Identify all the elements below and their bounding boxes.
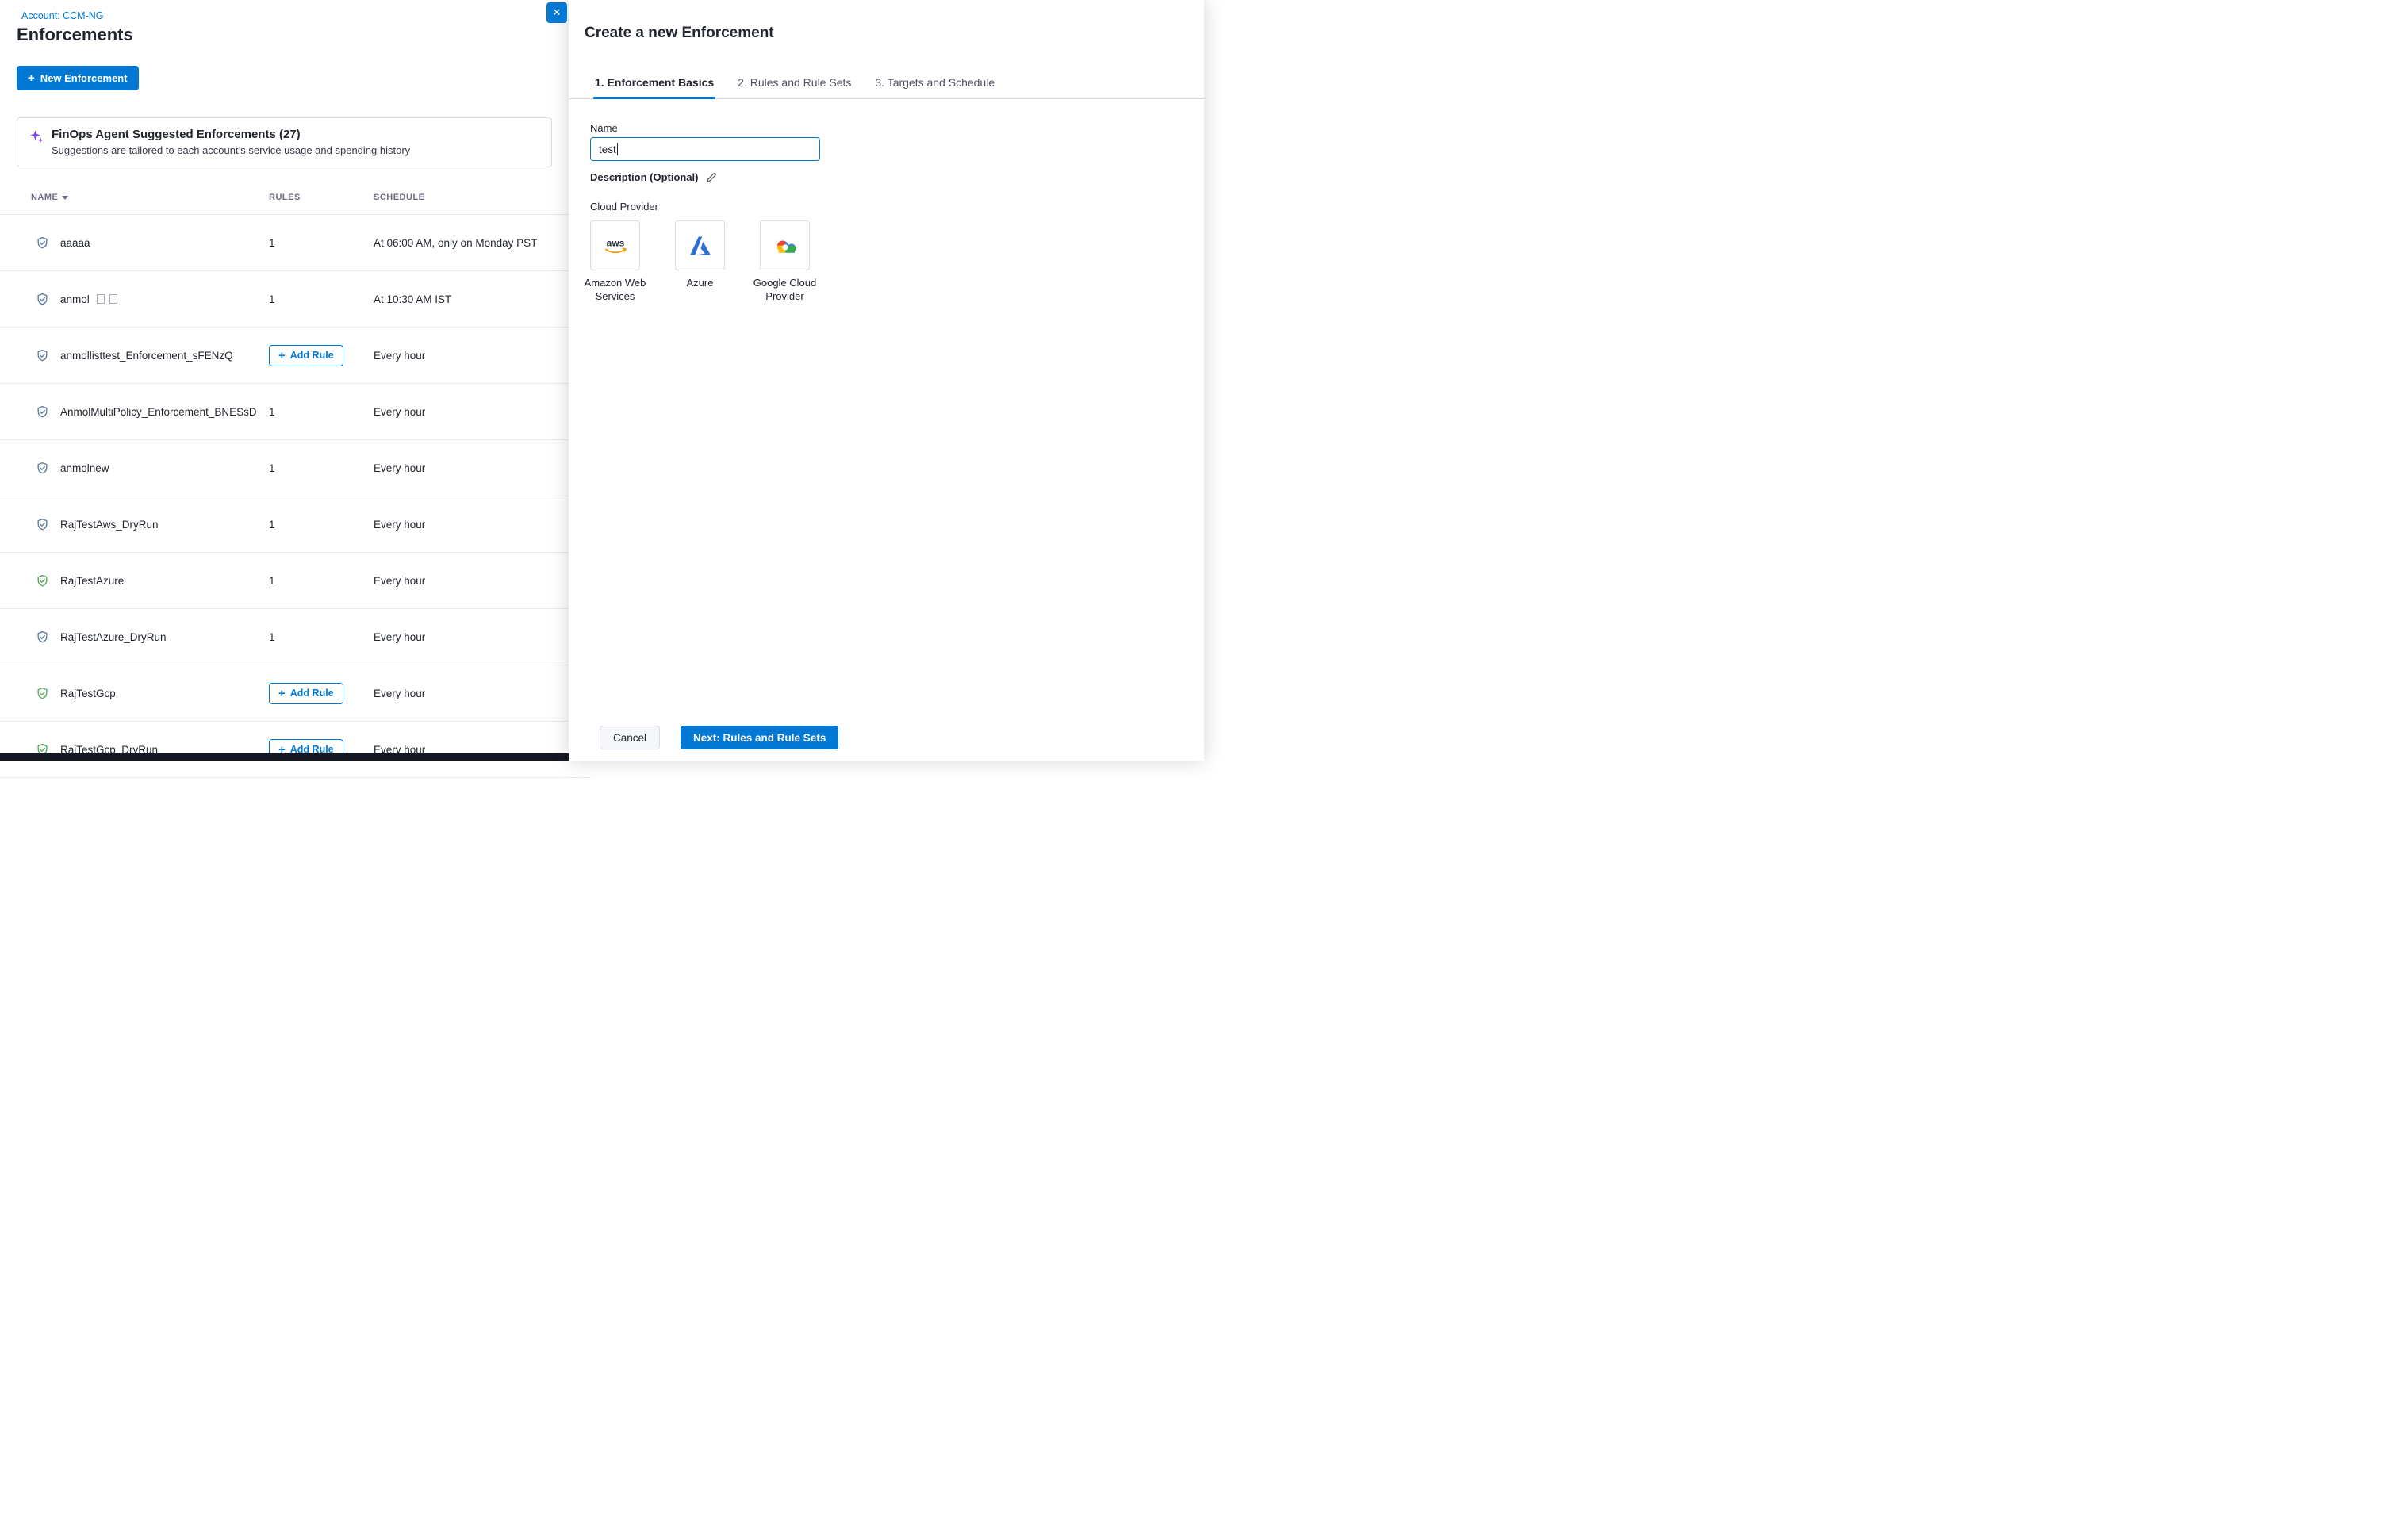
shield-check-icon	[36, 630, 60, 644]
enforcement-name: AnmolMultiPolicy_Enforcement_BNESsD	[60, 406, 257, 418]
rules-count: 1	[269, 575, 275, 587]
enforcement-name: RajTestAzure_DryRun	[60, 631, 167, 643]
add-rule-button[interactable]: + Add Rule	[269, 345, 343, 366]
breadcrumb-account[interactable]: Account: CCM-NG	[21, 10, 104, 21]
enforcement-basics-form: Name test Description (Optional) Cloud P…	[569, 122, 1204, 303]
schedule-text: Every hour	[374, 462, 591, 474]
edit-pencil-icon[interactable]	[706, 172, 717, 183]
rules-count: 1	[269, 406, 275, 418]
new-enforcement-button[interactable]: + New Enforcement	[17, 66, 139, 90]
ai-sparkle-icon	[29, 128, 44, 147]
placeholder-glyph-icons	[97, 294, 117, 304]
shield-check-icon	[36, 236, 60, 250]
plus-icon: +	[278, 350, 286, 362]
name-input-value: test	[599, 144, 616, 155]
table-row[interactable]: RajTestGcp + Add Rule Every hour	[0, 665, 591, 722]
azure-icon	[688, 236, 712, 256]
gcp-icon	[771, 235, 799, 256]
column-header-schedule: Schedule	[374, 193, 591, 202]
schedule-text: Every hour	[374, 519, 591, 531]
table-row[interactable]: aaaaa 1 At 06:00 AM, only on Monday PST	[0, 215, 591, 271]
aws-icon: aws	[601, 236, 630, 255]
table-row[interactable]: anmollisttest_Enforcement_sFENzQ + Add R…	[0, 328, 591, 384]
shield-check-icon	[36, 687, 60, 700]
cloud-provider-card[interactable]: aws Amazon Web Services	[590, 220, 640, 303]
enforcement-name: aaaaa	[60, 237, 90, 249]
cloud-provider-label: Cloud Provider	[590, 201, 1204, 213]
column-header-rules: Rules	[269, 193, 374, 202]
enforcements-table: Name Rules Schedule	[0, 193, 591, 778]
create-enforcement-drawer: Create a new Enforcement 1. Enforcement …	[569, 0, 1204, 760]
cloud-provider-name: Amazon Web Services	[576, 277, 655, 303]
table-row[interactable]: RajTestGcp_DryRun + Add Rule Every hour	[0, 722, 591, 778]
plus-icon: +	[28, 72, 35, 84]
shield-check-icon	[36, 405, 60, 419]
drawer-footer: Cancel Next: Rules and Rule Sets	[569, 726, 838, 749]
table-body: aaaaa 1 At 06:00 AM, only on Monday PST	[0, 215, 591, 778]
table-row[interactable]: RajTestAzure 1 Every hour	[0, 553, 591, 609]
shield-check-icon	[36, 462, 60, 475]
cloud-provider-name: Google Cloud Provider	[746, 277, 825, 303]
cancel-button[interactable]: Cancel	[600, 726, 660, 749]
name-label: Name	[590, 122, 1204, 134]
wizard-tab[interactable]: 3. Targets and Schedule	[873, 63, 996, 98]
table-header: Name Rules Schedule	[0, 193, 591, 215]
shield-check-icon	[36, 518, 60, 531]
shield-check-icon	[36, 574, 60, 588]
column-header-name[interactable]: Name	[31, 193, 269, 202]
screen: Account: CCM-NG Enforcements + New Enfor…	[0, 0, 1204, 760]
plus-icon: +	[278, 688, 286, 699]
schedule-text: Every hour	[374, 575, 591, 587]
cloud-provider-card[interactable]: Azure	[675, 220, 725, 303]
add-rule-button[interactable]: + Add Rule	[269, 683, 343, 704]
wizard-tab[interactable]: 2. Rules and Rule Sets	[736, 63, 853, 98]
drawer-title: Create a new Enforcement	[585, 25, 1204, 42]
table-row[interactable]: AnmolMultiPolicy_Enforcement_BNESsD 1 Ev…	[0, 384, 591, 440]
table-row[interactable]: RajTestAzure_DryRun 1 Every hour	[0, 609, 591, 665]
rules-count: 1	[269, 462, 275, 474]
enforcement-name: RajTestGcp	[60, 688, 116, 699]
banner-title: FinOps Agent Suggested Enforcements (27)	[52, 128, 410, 141]
enforcement-name: anmollisttest_Enforcement_sFENzQ	[60, 350, 233, 362]
rules-count: 1	[269, 519, 275, 531]
finops-suggestions-banner: FinOps Agent Suggested Enforcements (27)…	[17, 117, 552, 167]
wizard-tab[interactable]: 1. Enforcement Basics	[593, 63, 715, 98]
enforcement-name: RajTestAws_DryRun	[60, 519, 159, 531]
enforcement-name: RajTestAzure	[60, 575, 124, 587]
next-button[interactable]: Next: Rules and Rule Sets	[681, 726, 838, 749]
banner-subtitle: Suggestions are tailored to each account…	[52, 144, 410, 156]
svg-text:aws: aws	[606, 237, 624, 248]
table-row[interactable]: RajTestAws_DryRun 1 Every hour	[0, 496, 591, 553]
schedule-text: Every hour	[374, 350, 591, 362]
bottom-strip	[0, 753, 569, 760]
cloud-provider-options: aws Amazon Web Services	[590, 220, 1204, 303]
text-caret	[617, 143, 619, 155]
name-input[interactable]: test	[590, 137, 820, 161]
table-row[interactable]: anmolnew 1 Every hour	[0, 440, 591, 496]
page-title: Enforcements	[17, 25, 133, 45]
cloud-provider-card[interactable]: Google Cloud Provider	[760, 220, 810, 303]
rules-count: 1	[269, 237, 275, 249]
enforcement-name: anmolnew	[60, 462, 109, 474]
cloud-provider-name: Azure	[661, 277, 740, 290]
new-enforcement-label: New Enforcement	[40, 72, 128, 84]
schedule-text: Every hour	[374, 688, 591, 699]
shield-check-icon	[36, 349, 60, 362]
table-row[interactable]: anmol 1 At 10:30 AM IST	[0, 271, 591, 328]
sort-caret-icon	[62, 196, 68, 200]
rules-count: 1	[269, 293, 275, 305]
close-icon[interactable]: ✕	[546, 2, 567, 23]
enforcement-name: anmol	[60, 293, 90, 305]
wizard-tabs: 1. Enforcement Basics 2. Rules and Rule …	[569, 63, 1204, 99]
shield-check-icon	[36, 293, 60, 306]
schedule-text: Every hour	[374, 406, 591, 418]
schedule-text: At 06:00 AM, only on Monday PST	[374, 237, 591, 249]
enforcements-page: Account: CCM-NG Enforcements + New Enfor…	[0, 0, 603, 760]
schedule-text: At 10:30 AM IST	[374, 293, 591, 305]
schedule-text: Every hour	[374, 631, 591, 643]
description-label: Description (Optional)	[590, 171, 699, 183]
rules-count: 1	[269, 631, 275, 643]
